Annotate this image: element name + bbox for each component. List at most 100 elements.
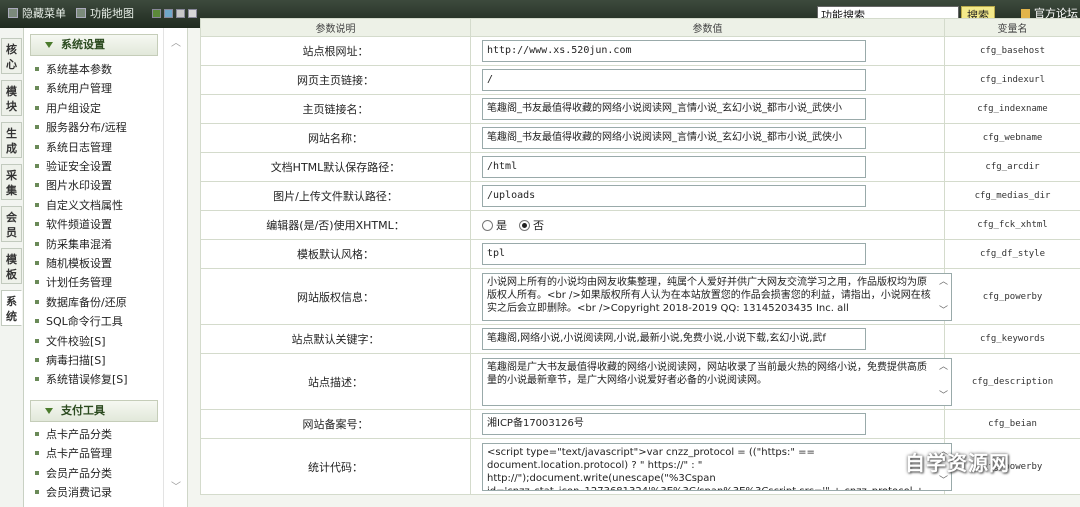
value-input[interactable]: / bbox=[482, 69, 866, 91]
module-tabs: 核心模块生成采集会员模板系统 bbox=[0, 28, 24, 507]
row-value-cell: 笔趣阁_书友最值得收藏的网络小说阅读网_言情小说_玄幻小说_都市小说_武侠小 bbox=[470, 123, 945, 153]
hide-menu-link[interactable]: 隐藏菜单 bbox=[8, 6, 66, 22]
sidebar-item[interactable]: 系统日志管理 bbox=[35, 139, 112, 157]
value-textarea[interactable]: 笔趣阁是广大书友最值得收藏的网络小说阅读网，网站收录了当前最火热的网络小说，免费… bbox=[482, 357, 952, 406]
sidebar-item[interactable]: 服务器分布/远程 bbox=[35, 119, 127, 137]
tab-5[interactable]: 模板 bbox=[1, 248, 22, 284]
sidebar-item[interactable]: 随机模板设置 bbox=[35, 255, 112, 273]
group-title: 系统设置 bbox=[61, 38, 105, 51]
tab-2[interactable]: 生成 bbox=[1, 122, 22, 158]
scroll-down-icon[interactable]: ﹀ bbox=[939, 475, 948, 488]
watermark-text: 自学资源网 bbox=[905, 451, 1010, 475]
tab-3[interactable]: 采集 bbox=[1, 164, 22, 200]
sidebar-item[interactable]: 会员消费记录 bbox=[35, 484, 112, 502]
bullet-icon bbox=[35, 358, 39, 362]
skin-swatch-blue[interactable] bbox=[164, 9, 173, 18]
sidebar-item[interactable]: 防采集串混淆 bbox=[35, 236, 112, 254]
row-label: 统计代码： bbox=[200, 438, 471, 495]
sidebar-item[interactable]: 文件校验[S] bbox=[35, 333, 106, 351]
table-row: 网站名称： 笔趣阁_书友最值得收藏的网络小说阅读网_言情小说_玄幻小说_都市小说_… bbox=[200, 123, 1080, 153]
radio-yes[interactable] bbox=[482, 220, 493, 231]
bullet-icon bbox=[35, 125, 39, 130]
sidebar-item-label: 防采集串混淆 bbox=[46, 237, 112, 251]
sidebar-item[interactable]: 用户组设定 bbox=[35, 100, 101, 118]
row-value-cell: 笔趣阁_书友最值得收藏的网络小说阅读网_言情小说_玄幻小说_都市小说_武侠小 bbox=[470, 94, 945, 124]
tab-4[interactable]: 会员 bbox=[1, 206, 22, 242]
tab-6[interactable]: 系统 bbox=[1, 290, 22, 326]
table-row: 图片/上传文件默认路径： /uploads cfg_medias_dir bbox=[200, 181, 1080, 211]
bullet-icon bbox=[35, 105, 39, 110]
sidebar-item-label: 系统日志管理 bbox=[46, 140, 112, 154]
value-textarea[interactable]: 小说网上所有的小说均由网友收集整理，纯属个人爱好并供广大网友交流学习之用，作品版… bbox=[482, 272, 952, 321]
sidebar-item[interactable]: 验证安全设置 bbox=[35, 158, 112, 176]
bullet-icon bbox=[35, 222, 39, 227]
bullet-icon bbox=[35, 432, 39, 436]
bullet-icon bbox=[35, 261, 39, 265]
value-textarea[interactable]: <script type="text/javascript">var cnzz_… bbox=[482, 442, 952, 491]
sidebar-item[interactable]: 自定义文档属性 bbox=[35, 197, 123, 215]
table-row: 模板默认风格： tpl cfg_df_style bbox=[200, 239, 1080, 269]
group-system-settings[interactable]: 系统设置 bbox=[30, 34, 158, 56]
row-variable: cfg_beian bbox=[944, 409, 1080, 439]
value-input[interactable]: http://www.xs.520jun.com bbox=[482, 40, 866, 62]
xhtml-radio-group: 是否 bbox=[482, 217, 944, 233]
row-variable: cfg_basehost bbox=[944, 36, 1080, 66]
sidebar-item-label: 数据库备份/还原 bbox=[46, 295, 127, 309]
table-row: 网站版权信息： 小说网上所有的小说均由网友收集整理，纯属个人爱好并供广大网友交流学… bbox=[200, 268, 1080, 325]
scroll-down-icon[interactable]: ﹀ bbox=[939, 390, 948, 403]
bullet-icon bbox=[35, 451, 39, 456]
sidebar-item-label: 计划任务管理 bbox=[46, 276, 112, 290]
skin-swatch-light[interactable] bbox=[188, 9, 197, 18]
row-variable: cfg_medias_dir bbox=[944, 181, 1080, 211]
sidebar-item[interactable]: 计划任务管理 bbox=[35, 274, 112, 292]
sidebar-item[interactable]: 点卡产品管理 bbox=[35, 445, 112, 463]
scroll-down-icon[interactable]: ﹀ bbox=[939, 305, 948, 318]
scroll-down-icon[interactable]: ﹀ bbox=[170, 482, 182, 494]
value-input[interactable]: 笔趣阁_书友最值得收藏的网络小说阅读网_言情小说_玄幻小说_都市小说_武侠小 bbox=[482, 98, 866, 120]
tab-1[interactable]: 模块 bbox=[1, 80, 22, 116]
forum-icon bbox=[1021, 9, 1030, 18]
sidebar-item-label: 会员产品分类 bbox=[46, 466, 112, 480]
sidebar-item[interactable]: 病毒扫描[S] bbox=[35, 352, 106, 370]
skin-swatch-gray[interactable] bbox=[176, 9, 185, 18]
sidebar-item[interactable]: 软件频道设置 bbox=[35, 216, 112, 234]
value-input[interactable]: 湘ICP备17003126号 bbox=[482, 413, 866, 435]
sidebar-item[interactable]: 图片水印设置 bbox=[35, 177, 112, 195]
scroll-up-icon[interactable]: ︿ bbox=[170, 38, 182, 50]
row-value-cell: tpl bbox=[470, 239, 945, 269]
group-payment-tools[interactable]: 支付工具 bbox=[30, 400, 158, 422]
bullet-icon bbox=[35, 470, 39, 475]
value-input[interactable]: /uploads bbox=[482, 185, 866, 207]
sidebar-item-label: 点卡产品管理 bbox=[46, 447, 112, 461]
function-map-link[interactable]: 功能地图 bbox=[76, 6, 134, 22]
skin-swatch-green[interactable] bbox=[152, 9, 161, 18]
value-input[interactable]: 笔趣阁,网络小说,小说阅读网,小说,最新小说,免费小说,小说下载,玄幻小说,武f bbox=[482, 328, 866, 350]
sidebar-item[interactable]: 系统基本参数 bbox=[35, 61, 112, 79]
sidebar-item[interactable]: 系统用户管理 bbox=[35, 80, 112, 98]
sidebar-item[interactable]: 点卡产品分类 bbox=[35, 426, 112, 444]
collapse-arrow-icon bbox=[45, 42, 53, 48]
header-variable: 变量名 bbox=[944, 18, 1080, 37]
map-icon bbox=[76, 8, 86, 18]
radio-no[interactable] bbox=[519, 220, 530, 231]
scroll-up-icon[interactable]: ︿ bbox=[939, 276, 948, 289]
sidebar-scrollbar[interactable]: ︿ ﹀ bbox=[163, 28, 187, 507]
row-variable: cfg_fck_xhtml bbox=[944, 210, 1080, 240]
sidebar-item[interactable]: 会员产品分类 bbox=[35, 465, 112, 483]
row-variable: cfg_description bbox=[944, 353, 1080, 410]
value-input[interactable]: 笔趣阁_书友最值得收藏的网络小说阅读网_言情小说_玄幻小说_都市小说_武侠小 bbox=[482, 127, 866, 149]
sidebar-item-label: 验证安全设置 bbox=[46, 160, 112, 173]
sidebar-item[interactable]: 数据库备份/还原 bbox=[35, 294, 127, 312]
row-value-cell: /html bbox=[470, 152, 945, 182]
sidebar-item[interactable]: SQL命令行工具 bbox=[35, 313, 123, 331]
bullet-icon bbox=[35, 319, 39, 324]
sidebar-item[interactable]: 系统错误修复[S] bbox=[35, 371, 128, 389]
table-row: 站点根网址： http://www.xs.520jun.com cfg_baseho… bbox=[200, 36, 1080, 66]
sidebar-item-label: 会员消费记录 bbox=[46, 486, 112, 500]
sidebar-item-label: 自定义文档属性 bbox=[46, 198, 123, 212]
scroll-up-icon[interactable]: ︿ bbox=[939, 361, 948, 374]
value-input[interactable]: /html bbox=[482, 156, 866, 178]
value-input[interactable]: tpl bbox=[482, 243, 866, 265]
bullet-icon bbox=[35, 164, 39, 168]
tab-0[interactable]: 核心 bbox=[1, 38, 22, 74]
